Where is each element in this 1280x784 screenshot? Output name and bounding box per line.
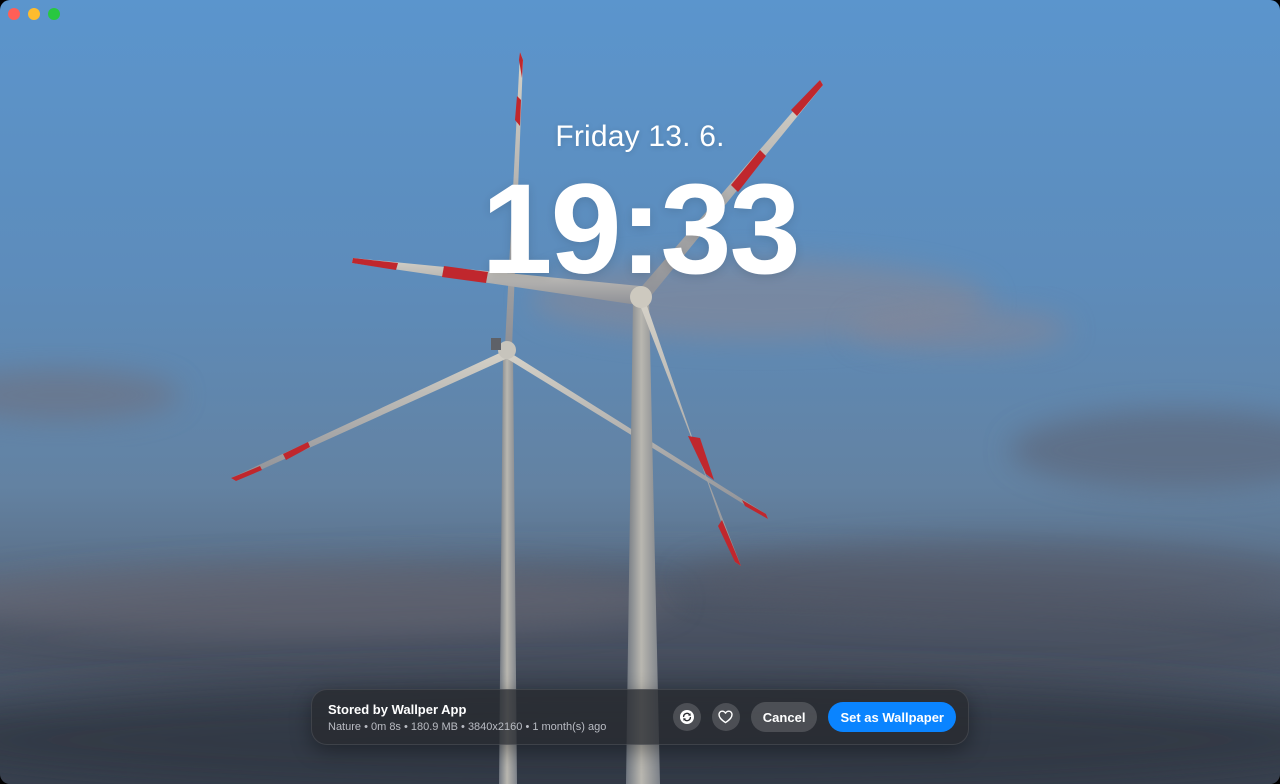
window-controls	[8, 8, 60, 20]
wallpaper-metadata: Nature • 0m 8s • 180.9 MB • 3840x2160 • …	[328, 720, 607, 733]
refresh-icon	[679, 710, 694, 724]
wallpaper-info: Stored by Wallper App Nature • 0m 8s • 1…	[328, 702, 673, 733]
minimize-window-button[interactable]	[28, 8, 40, 20]
lockscreen-date: Friday 13. 6.	[555, 120, 725, 153]
refresh-button[interactable]	[672, 703, 701, 731]
lockscreen-time: 19:33	[481, 158, 800, 301]
wallpaper-preview-bar: Stored by Wallper App Nature • 0m 8s • 1…	[311, 689, 969, 745]
favorite-button[interactable]	[711, 703, 740, 731]
wallpaper-source-title: Stored by Wallper App	[328, 701, 467, 717]
wallpaper-preview	[0, 0, 1280, 784]
set-as-wallpaper-button[interactable]: Set as Wallpaper	[828, 702, 956, 732]
app-window: Friday 13. 6. 19:33 Stored by Wallper Ap…	[0, 0, 1280, 784]
zoom-window-button[interactable]	[48, 8, 60, 20]
heart-icon	[718, 710, 733, 724]
close-window-button[interactable]	[8, 8, 20, 20]
cancel-button[interactable]: Cancel	[750, 702, 818, 732]
